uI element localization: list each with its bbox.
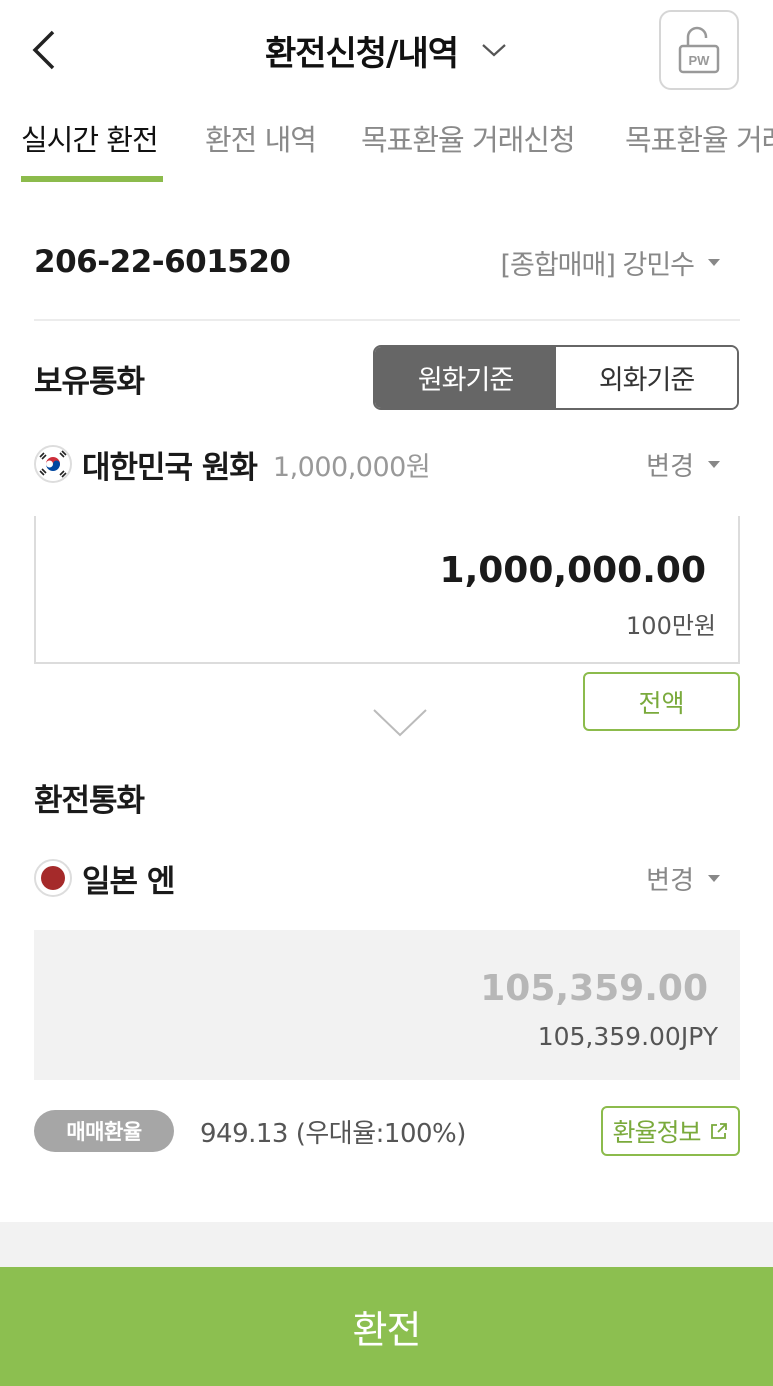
bottom-spacer bbox=[0, 1222, 773, 1268]
external-link-icon bbox=[710, 1123, 727, 1139]
toggle-fx-basis[interactable]: 외화기준 bbox=[556, 347, 737, 408]
rate-badge: 매매환율 bbox=[34, 1110, 174, 1152]
exchange-button[interactable]: 환전 bbox=[0, 1267, 773, 1386]
tab-target-rate-request[interactable]: 목표환율 거래신청 bbox=[361, 104, 576, 184]
tab-bar: 실시간 환전 환전 내역 목표환율 거래신청 목표환율 거래 bbox=[0, 104, 773, 184]
toggle-krw-basis[interactable]: 원화기준 bbox=[375, 347, 556, 408]
target-currency-label: 환전통화 bbox=[34, 783, 145, 819]
account-dropdown[interactable]: [종합매매] 강민수 bbox=[500, 243, 740, 282]
pw-label: PW bbox=[689, 53, 711, 68]
tab-exchange-history[interactable]: 환전 내역 bbox=[205, 104, 317, 184]
korea-flag-icon bbox=[34, 445, 72, 483]
unlock-pw-icon: PW bbox=[678, 26, 720, 74]
holding-balance: 1,000,000원 bbox=[272, 451, 431, 483]
caret-down-icon bbox=[708, 460, 720, 468]
page-title: 환전신청/내역 bbox=[264, 33, 459, 74]
rate-info-button[interactable]: 환율정보 bbox=[601, 1106, 740, 1156]
tab-target-rate-trade[interactable]: 목표환율 거래 bbox=[625, 104, 773, 184]
tab-realtime-exchange[interactable]: 실시간 환전 bbox=[21, 104, 159, 184]
account-selector: 206-22-601520 [종합매매] 강민수 bbox=[34, 222, 740, 302]
target-currency-row: 일본 엔 변경 bbox=[34, 848, 740, 908]
converted-amount-with-unit: 105,359.00JPY bbox=[537, 1022, 718, 1051]
title-dropdown[interactable]: 환전신청/내역 bbox=[0, 22, 773, 78]
full-amount-button[interactable]: 전액 bbox=[583, 672, 740, 731]
target-currency-name: 일본 엔 bbox=[82, 863, 175, 900]
account-number: 206-22-601520 bbox=[34, 244, 291, 280]
change-holding-currency-button[interactable]: 변경 bbox=[646, 446, 740, 483]
password-lock-button[interactable]: PW bbox=[659, 10, 739, 90]
rate-row: 매매환율 949.13 (우대율:100%) 환율정보 bbox=[34, 1106, 740, 1156]
chevron-down-icon bbox=[480, 40, 508, 60]
amount-value: 1,000,000.00 bbox=[439, 550, 706, 591]
divider bbox=[34, 319, 740, 321]
converted-amount-box: 105,359.00 105,359.00JPY bbox=[34, 930, 740, 1080]
holding-currency-row: 대한민국 원화 1,000,000원 변경 bbox=[34, 434, 740, 494]
account-owner-label: [종합매매] 강민수 bbox=[500, 249, 695, 281]
converted-amount: 105,359.00 bbox=[480, 968, 708, 1009]
japan-flag-icon bbox=[34, 859, 72, 897]
app-header: 환전신청/내역 PW bbox=[0, 0, 773, 100]
amount-input[interactable]: 1,000,000.00 100만원 bbox=[34, 516, 740, 664]
change-label: 변경 bbox=[646, 865, 694, 896]
caret-down-icon bbox=[708, 258, 720, 266]
caret-down-icon bbox=[708, 874, 720, 882]
chevron-down-icon bbox=[373, 709, 427, 737]
active-tab-indicator bbox=[21, 176, 163, 182]
holding-currency-name: 대한민국 원화 bbox=[82, 449, 258, 486]
rate-info-label: 환율정보 bbox=[612, 1118, 701, 1147]
holding-currency-label: 보유통화 bbox=[34, 364, 145, 400]
basis-toggle: 원화기준 외화기준 bbox=[373, 345, 739, 410]
amount-korean: 100만원 bbox=[626, 612, 716, 640]
change-label: 변경 bbox=[646, 451, 694, 482]
rate-value: 949.13 (우대율:100%) bbox=[200, 1118, 466, 1149]
change-target-currency-button[interactable]: 변경 bbox=[646, 860, 740, 897]
